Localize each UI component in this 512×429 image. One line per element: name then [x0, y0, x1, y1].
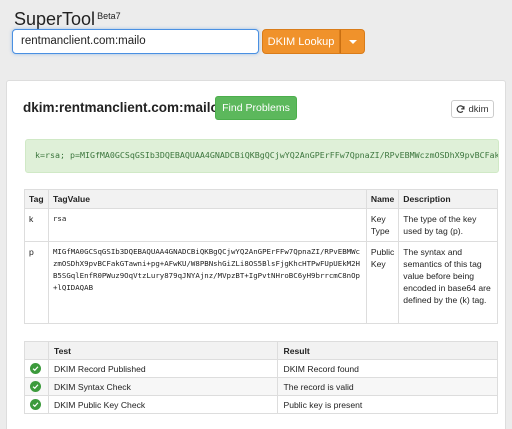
result-header: Result: [277, 341, 498, 360]
tag-header: Tag: [24, 189, 49, 209]
description-header: Description: [398, 189, 498, 209]
table-row: DKIM Syntax Check The record is valid: [24, 377, 498, 396]
test-result-cell: The record is valid: [277, 377, 498, 396]
tag-cell: p: [24, 241, 49, 324]
status-cell: [24, 359, 49, 378]
app-brand: SuperTool Beta7: [14, 9, 121, 30]
tag-description-cell: The syntax and semantics of this tag val…: [398, 241, 498, 324]
top-bar: SuperTool Beta7 rentmanclient.com:mailo D…: [0, 0, 512, 68]
status-cell: [24, 377, 49, 396]
app-name: SuperTool: [14, 9, 96, 29]
tag-value-cell: rsa: [47, 208, 367, 242]
status-header: [24, 341, 49, 360]
test-result-cell: Public key is present: [277, 395, 498, 414]
table-row: DKIM Record Published DKIM Record found: [24, 359, 498, 378]
table-row: p MIGfMA0GCSqGSIb3DQEBAQUAA4GNADCBiQKBgQ…: [24, 241, 498, 324]
test-name-cell: DKIM Syntax Check: [47, 377, 279, 396]
tag-name-cell: Public Key: [365, 241, 400, 324]
check-circle-icon: [30, 399, 41, 410]
check-circle-icon: [30, 363, 41, 374]
tagvalue-header: TagValue: [47, 189, 367, 209]
table-row: DKIM Public Key Check Public key is pres…: [24, 395, 498, 414]
check-circle-icon: [30, 381, 41, 392]
test-name-cell: DKIM Record Published: [47, 359, 279, 378]
dkim-record-text: k=rsa; p=MIGfMA0GCSqGSIb3DQEBAQUAA4GNADC…: [25, 139, 499, 173]
result-panel: dkim:rentmanclient.com:mailo Find Proble…: [6, 80, 506, 429]
test-table-header: Test Result: [24, 341, 498, 360]
lookup-input[interactable]: rentmanclient.com:mailo: [12, 29, 259, 54]
refresh-label: dkim: [468, 103, 489, 115]
tag-value-cell: MIGfMA0GCSqGSIb3DQEBAQUAA4GNADCBiQKBgQCj…: [47, 241, 367, 324]
test-name-cell: DKIM Public Key Check: [47, 395, 279, 414]
find-problems-button[interactable]: Find Problems: [215, 96, 297, 120]
test-result-cell: DKIM Record found: [277, 359, 498, 378]
dkim-lookup-button[interactable]: DKIM Lookup: [262, 29, 340, 54]
tag-cell: k: [24, 208, 49, 242]
test-results-table: Test Result DKIM Record Published DKIM R…: [24, 341, 498, 414]
chevron-down-icon: [348, 39, 357, 44]
name-header: Name: [365, 189, 400, 209]
beta-badge: Beta7: [97, 11, 121, 21]
status-cell: [24, 395, 49, 414]
refresh-dkim-button[interactable]: dkim: [451, 100, 494, 118]
table-row: k rsa Key Type The type of the key used …: [24, 208, 498, 242]
tag-table-header: Tag TagValue Name Description: [24, 189, 498, 209]
result-title: dkim:rentmanclient.com:mailo: [23, 100, 219, 115]
refresh-icon: [457, 104, 465, 113]
test-header: Test: [47, 341, 279, 360]
tag-description-cell: The type of the key used by tag (p).: [398, 208, 498, 242]
tag-table: Tag TagValue Name Description k rsa Key …: [24, 189, 498, 324]
lookup-dropdown-toggle[interactable]: [340, 29, 365, 54]
tag-name-cell: Key Type: [365, 208, 400, 242]
